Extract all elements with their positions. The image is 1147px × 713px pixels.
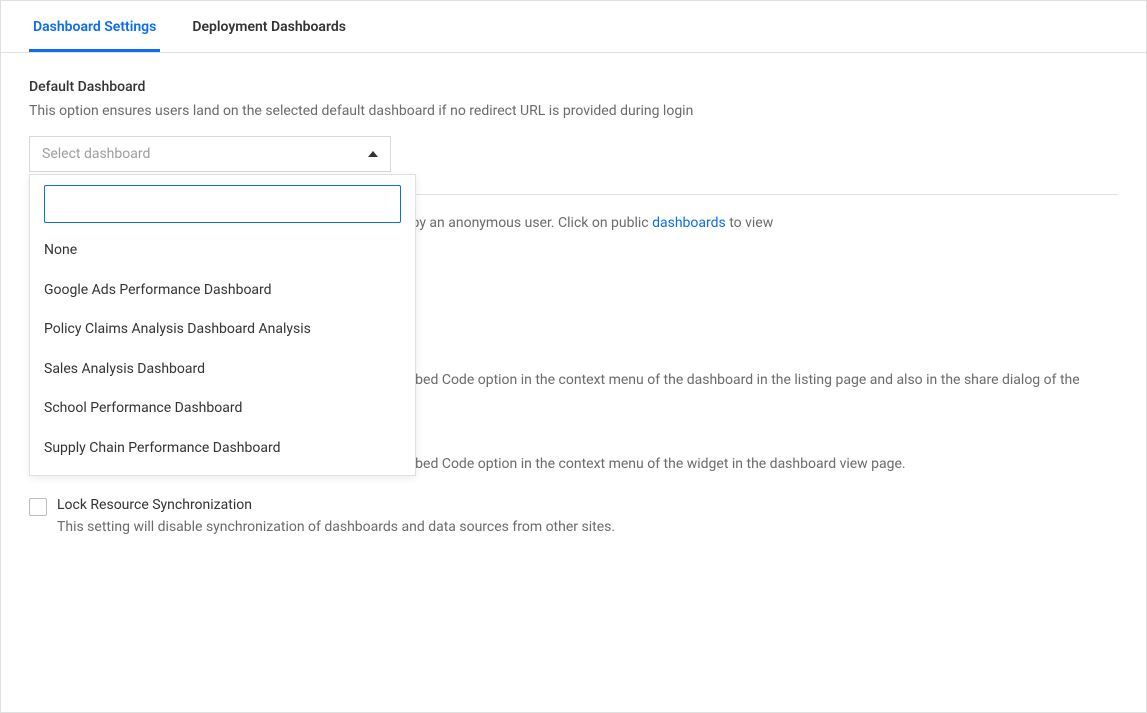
dashboard-select-toggle[interactable]: Select dashboard: [29, 136, 391, 172]
dashboards-link[interactable]: dashboards: [652, 215, 726, 231]
dropdown-item-school-performance[interactable]: School Performance Dashboard: [30, 389, 415, 429]
lock-resource-checkbox[interactable]: [29, 498, 47, 516]
default-dashboard-title: Default Dashboard: [29, 79, 1118, 95]
dropdown-item-sales-analysis[interactable]: Sales Analysis Dashboard: [30, 350, 415, 390]
dashboard-dropdown-menu: None Google Ads Performance Dashboard Po…: [29, 174, 416, 476]
dropdown-search-wrapper: [44, 185, 401, 223]
dropdown-item-policy-claims[interactable]: Policy Claims Analysis Dashboard Analysi…: [30, 310, 415, 350]
chevron-up-icon: [368, 151, 378, 157]
dropdown-item-google-ads[interactable]: Google Ads Performance Dashboard: [30, 271, 415, 311]
default-dashboard-description: This option ensures users land on the se…: [29, 101, 1118, 122]
lock-resource-description: This setting will disable synchronizatio…: [57, 517, 1118, 538]
dropdown-item-supply-chain[interactable]: Supply Chain Performance Dashboard: [30, 429, 415, 469]
dashboard-select-placeholder: Select dashboard: [42, 146, 150, 162]
lock-resource-label: Lock Resource Synchronization: [57, 497, 1118, 513]
dropdown-search-input[interactable]: [44, 185, 401, 223]
dashboard-select-dropdown: Select dashboard None Google Ads Perform…: [29, 136, 391, 172]
tab-deployment-dashboards[interactable]: Deployment Dashboards: [188, 1, 350, 52]
tab-dashboard-settings[interactable]: Dashboard Settings: [29, 1, 160, 52]
dropdown-item-none[interactable]: None: [30, 231, 415, 271]
tabs-bar: Dashboard Settings Deployment Dashboards: [1, 1, 1146, 53]
